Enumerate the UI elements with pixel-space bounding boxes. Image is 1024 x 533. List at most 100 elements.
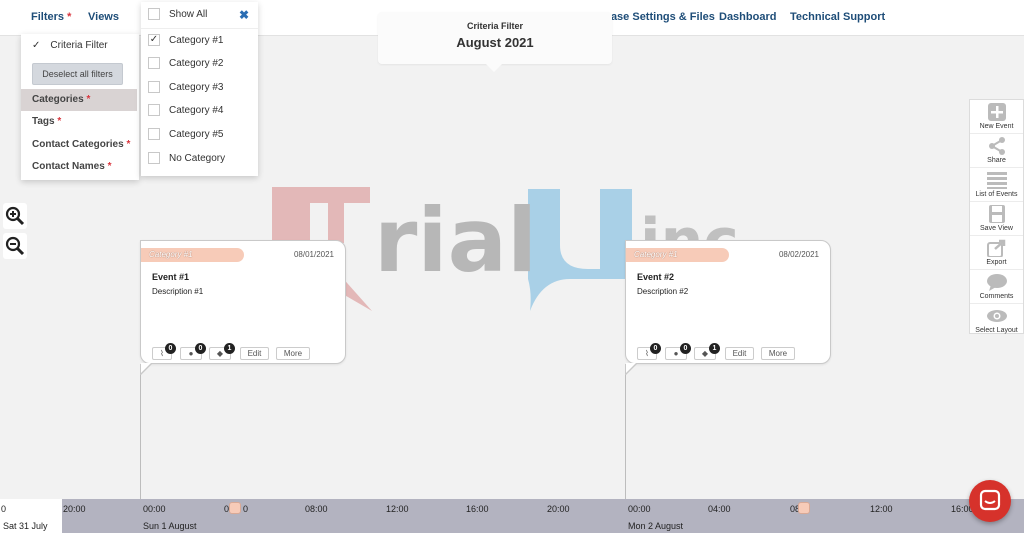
category-option[interactable]: ✓ Category #1 [148, 34, 223, 46]
category-option[interactable]: Category #4 [148, 104, 223, 116]
filter-item-label: Contact Categories [32, 139, 124, 150]
required-mark: * [107, 161, 112, 172]
tags-button[interactable]: ◆ 1 [209, 343, 235, 360]
categories-dropdown: Show All ✖ ✓ Category #1 Category #2 Cat… [141, 2, 258, 176]
deselect-all-button[interactable]: Deselect all filters [32, 63, 123, 85]
share-label: Share [987, 157, 1006, 164]
select-layout-button[interactable]: Select Layout [970, 304, 1023, 338]
timeline-tick: 16:00 [466, 504, 489, 514]
comment-bubble-icon [986, 274, 1007, 291]
category-option[interactable]: Category #5 [148, 128, 223, 140]
event-card[interactable]: Category #1 08/02/2021 Event #2 Descript… [625, 240, 831, 376]
comment-icon: ● [673, 349, 679, 358]
attachments-button[interactable]: ⌇ 0 [152, 343, 176, 360]
criteria-label: Criteria Filter [466, 21, 524, 31]
timeline-tick: 0 [243, 504, 249, 514]
nav-filters[interactable]: Filters * [31, 11, 71, 23]
zoom-in-button[interactable] [3, 203, 27, 229]
category-option[interactable]: Category #3 [148, 81, 223, 93]
filter-item-label: Contact Names [32, 161, 105, 172]
category-label: Category #4 [169, 104, 224, 116]
nav-case-settings[interactable]: Case Settings & Files [603, 11, 715, 23]
attachments-button[interactable]: ⌇ 0 [637, 343, 661, 360]
filter-item-tags[interactable]: Tags * [21, 111, 139, 133]
new-event-button[interactable]: New Event [970, 100, 1023, 134]
criteria-filter-toggle[interactable]: ✓ Criteria Filter [32, 40, 108, 51]
timeline-tick: 12:00 [870, 504, 893, 514]
required-mark: * [126, 139, 131, 150]
card-pointer-inner [141, 363, 151, 373]
timeline-tick: 20:00 [547, 504, 570, 514]
filter-item-label: Categories [32, 94, 84, 105]
category-checkbox[interactable] [148, 81, 160, 93]
save-view-button[interactable]: Save View [970, 202, 1023, 236]
nav-views[interactable]: Views [88, 11, 119, 23]
select-layout-label: Select Layout [975, 327, 1018, 334]
share-icon [988, 137, 1005, 155]
event-card[interactable]: Category #1 08/01/2021 Event #1 Descript… [140, 240, 346, 376]
comments-button[interactable]: ● 0 [180, 343, 206, 360]
event-stem-line [625, 375, 626, 499]
timeline-tick: 20:00 [63, 504, 86, 514]
more-button[interactable]: More [761, 347, 795, 360]
nav-technical-support[interactable]: Technical Support [790, 11, 885, 23]
filter-item-contact-categories[interactable]: Contact Categories * [21, 134, 139, 156]
filter-item-categories[interactable]: Categories * [21, 89, 137, 111]
comments-toolbar-button[interactable]: Comments [970, 270, 1023, 304]
category-label: Category #1 [169, 34, 224, 46]
edit-button[interactable]: Edit [240, 347, 269, 360]
export-label: Export [986, 259, 1007, 266]
comments-count: 0 [195, 343, 206, 354]
new-event-label: New Event [979, 123, 1014, 130]
comments-button[interactable]: ● 0 [665, 343, 691, 360]
tags-count: 1 [709, 343, 720, 354]
category-option[interactable]: Category #2 [148, 57, 223, 69]
timeline-event-marker[interactable] [229, 502, 241, 514]
required-mark: * [86, 94, 91, 105]
filter-item-contact-names[interactable]: Contact Names * [21, 156, 139, 178]
category-checkbox[interactable] [148, 128, 160, 140]
category-label: Category #5 [169, 128, 224, 140]
paperclip-icon: ⌇ [645, 349, 649, 358]
category-checkbox[interactable]: ✓ [148, 34, 160, 46]
save-icon [988, 205, 1005, 223]
tags-button[interactable]: ◆ 1 [694, 343, 720, 360]
criteria-header: Criteria Filter August 2021 [378, 12, 612, 64]
share-button[interactable]: Share [970, 134, 1023, 168]
required-mark: * [67, 11, 72, 23]
close-icon[interactable]: ✖ [239, 8, 249, 22]
nav-filters-label: Filters [31, 11, 65, 23]
more-button[interactable]: More [276, 347, 310, 360]
timeline-tick: 04:00 [708, 504, 731, 514]
event-stem-line [140, 375, 141, 499]
category-checkbox[interactable] [148, 152, 160, 164]
export-icon [986, 239, 1005, 257]
comment-icon: ● [188, 349, 194, 358]
category-checkbox[interactable] [148, 57, 160, 69]
chat-button[interactable] [969, 480, 1011, 522]
zoom-out-button[interactable] [3, 233, 27, 259]
chat-icon [979, 489, 1001, 511]
event-title: Event #1 [152, 272, 190, 282]
export-button[interactable]: Export [970, 236, 1023, 270]
tag-icon: ◆ [701, 349, 709, 358]
nav-dashboard[interactable]: Dashboard [719, 11, 776, 23]
timeline-day-label: Sat 31 July [3, 521, 48, 531]
show-all-checkbox[interactable] [148, 8, 160, 20]
zoom-in-icon [5, 206, 25, 226]
category-checkbox[interactable] [148, 104, 160, 116]
eye-icon [986, 310, 1007, 322]
edit-button[interactable]: Edit [725, 347, 754, 360]
show-all-option[interactable]: Show All [148, 8, 207, 20]
timeline-tick: 08:00 [305, 504, 328, 514]
paperclip-icon: ⌇ [160, 349, 164, 358]
comments-label: Comments [979, 293, 1014, 300]
event-description: Description #2 [637, 287, 689, 296]
category-option[interactable]: No Category [148, 152, 225, 164]
event-date: 08/02/2021 [778, 250, 819, 259]
timeline-event-marker[interactable] [798, 502, 810, 514]
timeline-tick: 0 [1, 504, 7, 514]
list-of-events-button[interactable]: List of Events [970, 168, 1023, 202]
attachments-count: 0 [650, 343, 661, 354]
divider [141, 28, 258, 29]
